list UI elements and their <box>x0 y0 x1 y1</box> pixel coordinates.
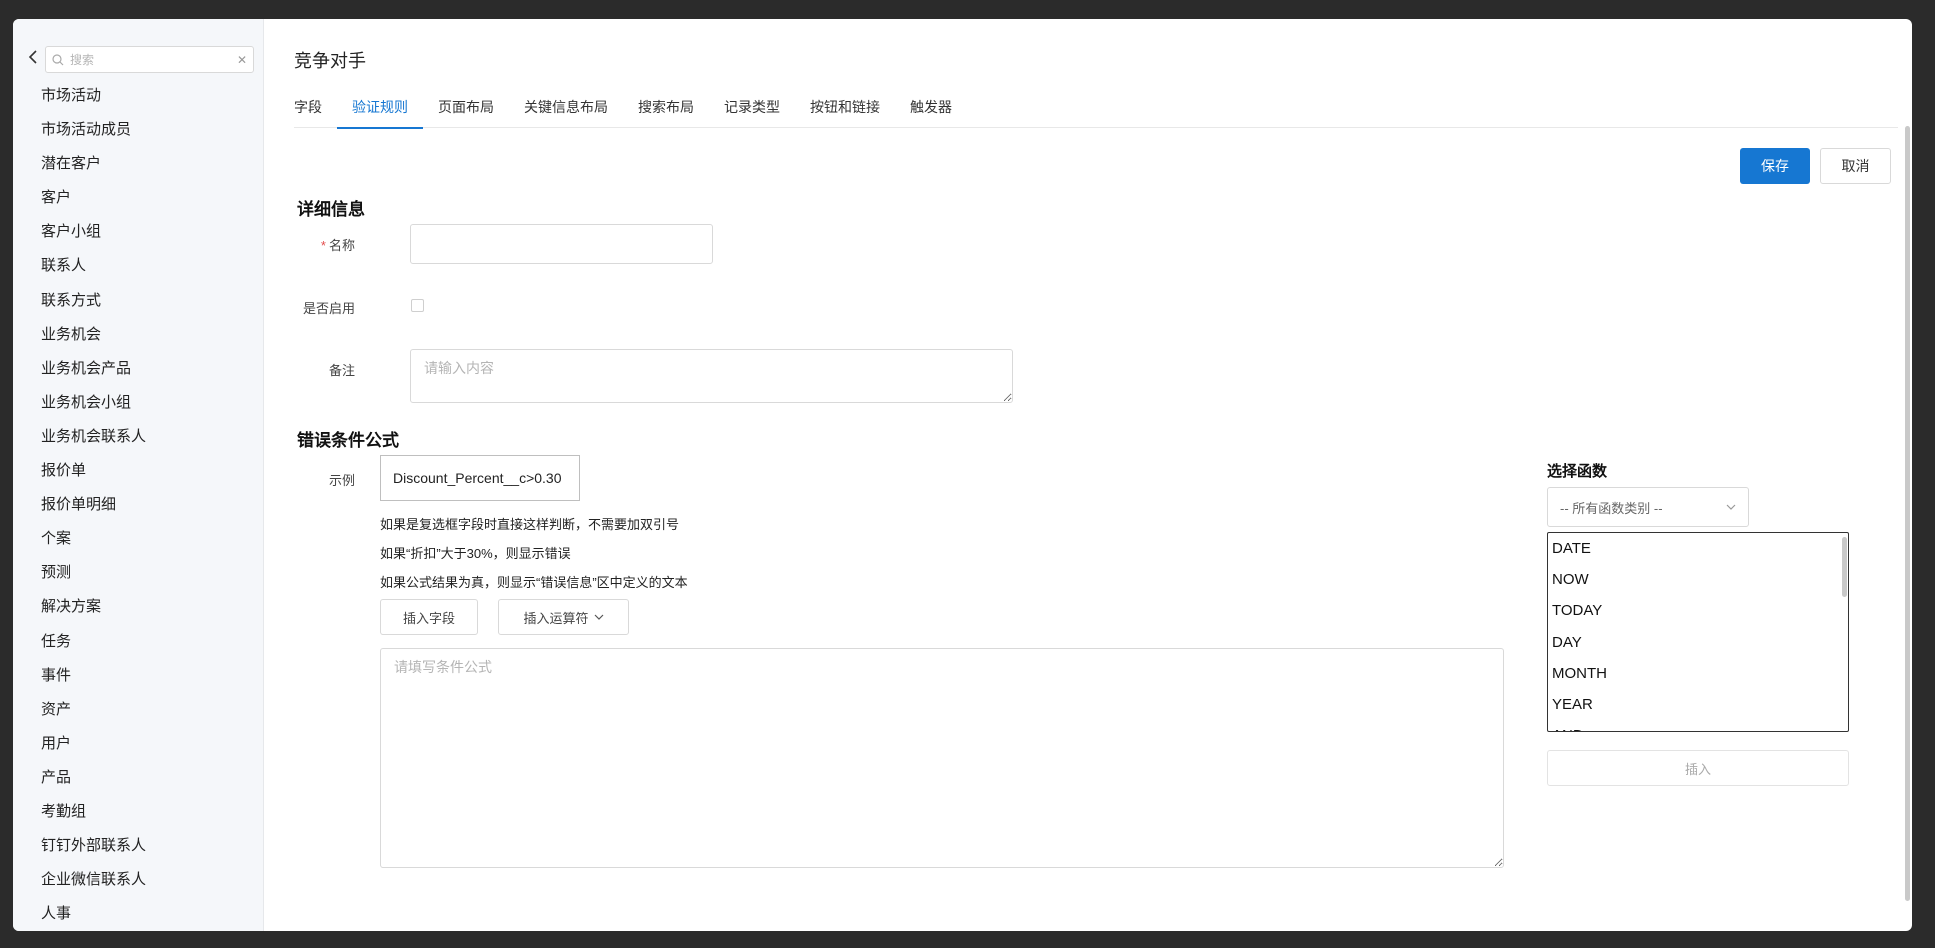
tab[interactable]: 按钮和链接 <box>810 92 880 128</box>
sidebar-item[interactable]: 考勤组 <box>13 795 263 829</box>
sidebar-item[interactable]: 市场活动成员 <box>13 113 263 147</box>
hint-text: 如果是复选框字段时直接这样判断，不需要加双引号 <box>380 517 680 532</box>
example-label: 示例 <box>328 473 355 488</box>
sidebar-item[interactable]: 用户 <box>13 727 263 761</box>
required-mark: * <box>320 238 326 253</box>
function-list-scrollbar[interactable] <box>1842 537 1847 597</box>
enabled-label: 是否启用 <box>302 301 355 316</box>
name-input[interactable] <box>410 224 713 264</box>
sidebar-item[interactable]: 预测 <box>13 556 263 590</box>
sidebar-search[interactable]: ✕ <box>45 46 254 73</box>
sidebar-item[interactable]: 报价单明细 <box>13 488 263 522</box>
tab[interactable]: 搜索布局 <box>638 92 694 128</box>
sidebar-item[interactable]: 业务机会产品 <box>13 352 263 386</box>
example-value: Discount_Percent__c>0.30 <box>380 455 580 501</box>
main-content: 竞争对手 字段 验证规则 页面布局 关键信息布局 搜索布局 记录类型 按钮和链接 触发器 保存… <box>265 19 1912 931</box>
sidebar-item[interactable]: 资产 <box>13 693 263 727</box>
tab[interactable]: 字段 <box>294 92 322 128</box>
hint-text: 如果公式结果为真，则显示“错误信息”区中定义的文本 <box>380 575 688 590</box>
sidebar-item[interactable]: 联系方式 <box>13 284 263 318</box>
sidebar-item[interactable]: 客户 <box>13 181 263 215</box>
chevron-down-icon <box>594 614 603 620</box>
formula-editor[interactable] <box>380 648 1504 868</box>
cancel-button[interactable]: 取消 <box>1820 148 1891 184</box>
function-list-item[interactable]: MONTH <box>1548 658 1848 689</box>
main-scrollbar[interactable] <box>1905 126 1910 901</box>
formula-section-title: 错误条件公式 <box>297 431 399 450</box>
function-list[interactable]: DATENOWTODAYDAYMONTHYEARAND <box>1547 532 1849 732</box>
sidebar-item[interactable]: 潜在客户 <box>13 147 263 181</box>
insert-function-button[interactable]: 插入 <box>1547 750 1849 786</box>
sidebar-nav: 市场活动 市场活动成员 潜在客户 客户 客户小组 联系人 联系方式 业务机会 业务机会产品 业务机… <box>13 79 263 931</box>
sidebar-item[interactable]: 联系人 <box>13 249 263 283</box>
insert-field-button[interactable]: 插入字段 <box>380 599 478 635</box>
function-list-item[interactable]: DATE <box>1548 533 1848 564</box>
function-list-item[interactable]: NOW <box>1548 564 1848 595</box>
tab-bar: 字段 验证规则 页面布局 关键信息布局 搜索布局 记录类型 按钮和链接 触发器 <box>294 92 1898 129</box>
function-list-item[interactable]: YEAR <box>1548 689 1848 720</box>
sidebar-item[interactable]: 解决方案 <box>13 590 263 624</box>
details-section-title: 详细信息 <box>297 200 365 219</box>
sidebar-item[interactable]: 报价单 <box>13 454 263 488</box>
function-list-item[interactable]: TODAY <box>1548 595 1848 626</box>
sidebar-item[interactable]: 业务机会 <box>13 318 263 352</box>
page-title: 竞争对手 <box>294 51 366 71</box>
sidebar-item[interactable]: 钉钉外部联系人 <box>13 829 263 863</box>
sidebar-item[interactable]: 业务机会联系人 <box>13 420 263 454</box>
tab[interactable]: 触发器 <box>910 92 952 128</box>
hint-text: 如果“折扣”大于30%，则显示错误 <box>380 546 571 561</box>
tab[interactable]: 页面布局 <box>438 92 494 128</box>
remark-label: 备注 <box>328 363 355 378</box>
sidebar-item[interactable]: 市场活动 <box>13 79 263 113</box>
tab[interactable]: 验证规则 <box>337 92 423 129</box>
name-label: * 名称 <box>320 238 355 253</box>
sidebar-item[interactable]: 企业微信联系人 <box>13 863 263 897</box>
sidebar-item[interactable]: 个案 <box>13 522 263 556</box>
search-input[interactable] <box>70 52 237 67</box>
sidebar-item[interactable]: 事件 <box>13 659 263 693</box>
function-category-select[interactable]: -- 所有函数类别 -- <box>1547 487 1749 527</box>
save-button[interactable]: 保存 <box>1740 148 1810 184</box>
chevron-down-icon <box>1726 504 1736 510</box>
insert-operator-button[interactable]: 插入运算符 <box>498 599 629 635</box>
search-icon <box>52 53 64 65</box>
app-window: ✕ 市场活动市场活动成员潜在客户客户客户小组联系人联系方式业务机会业务机会产品业… <box>13 19 1912 931</box>
sidebar-item[interactable]: 任务 <box>13 625 263 659</box>
clear-icon[interactable]: ✕ <box>237 53 247 67</box>
back-icon[interactable] <box>25 49 41 65</box>
function-list-item[interactable]: DAY <box>1548 627 1848 658</box>
function-picker-title: 选择函数 <box>1547 463 1608 480</box>
function-list-item[interactable]: AND <box>1548 720 1848 731</box>
tab[interactable]: 记录类型 <box>724 92 780 128</box>
function-category-value: -- 所有函数类别 -- <box>1560 500 1663 516</box>
sidebar-item[interactable]: 产品 <box>13 761 263 795</box>
sidebar: ✕ 市场活动市场活动成员潜在客户客户客户小组联系人联系方式业务机会业务机会产品业… <box>13 19 264 931</box>
remark-textarea[interactable] <box>410 349 1013 403</box>
sidebar-item[interactable]: 人事 <box>13 897 263 931</box>
sidebar-item[interactable]: 客户小组 <box>13 215 263 249</box>
enabled-checkbox[interactable] <box>411 299 424 312</box>
tab[interactable]: 关键信息布局 <box>524 92 608 128</box>
sidebar-item[interactable]: 业务机会小组 <box>13 386 263 420</box>
